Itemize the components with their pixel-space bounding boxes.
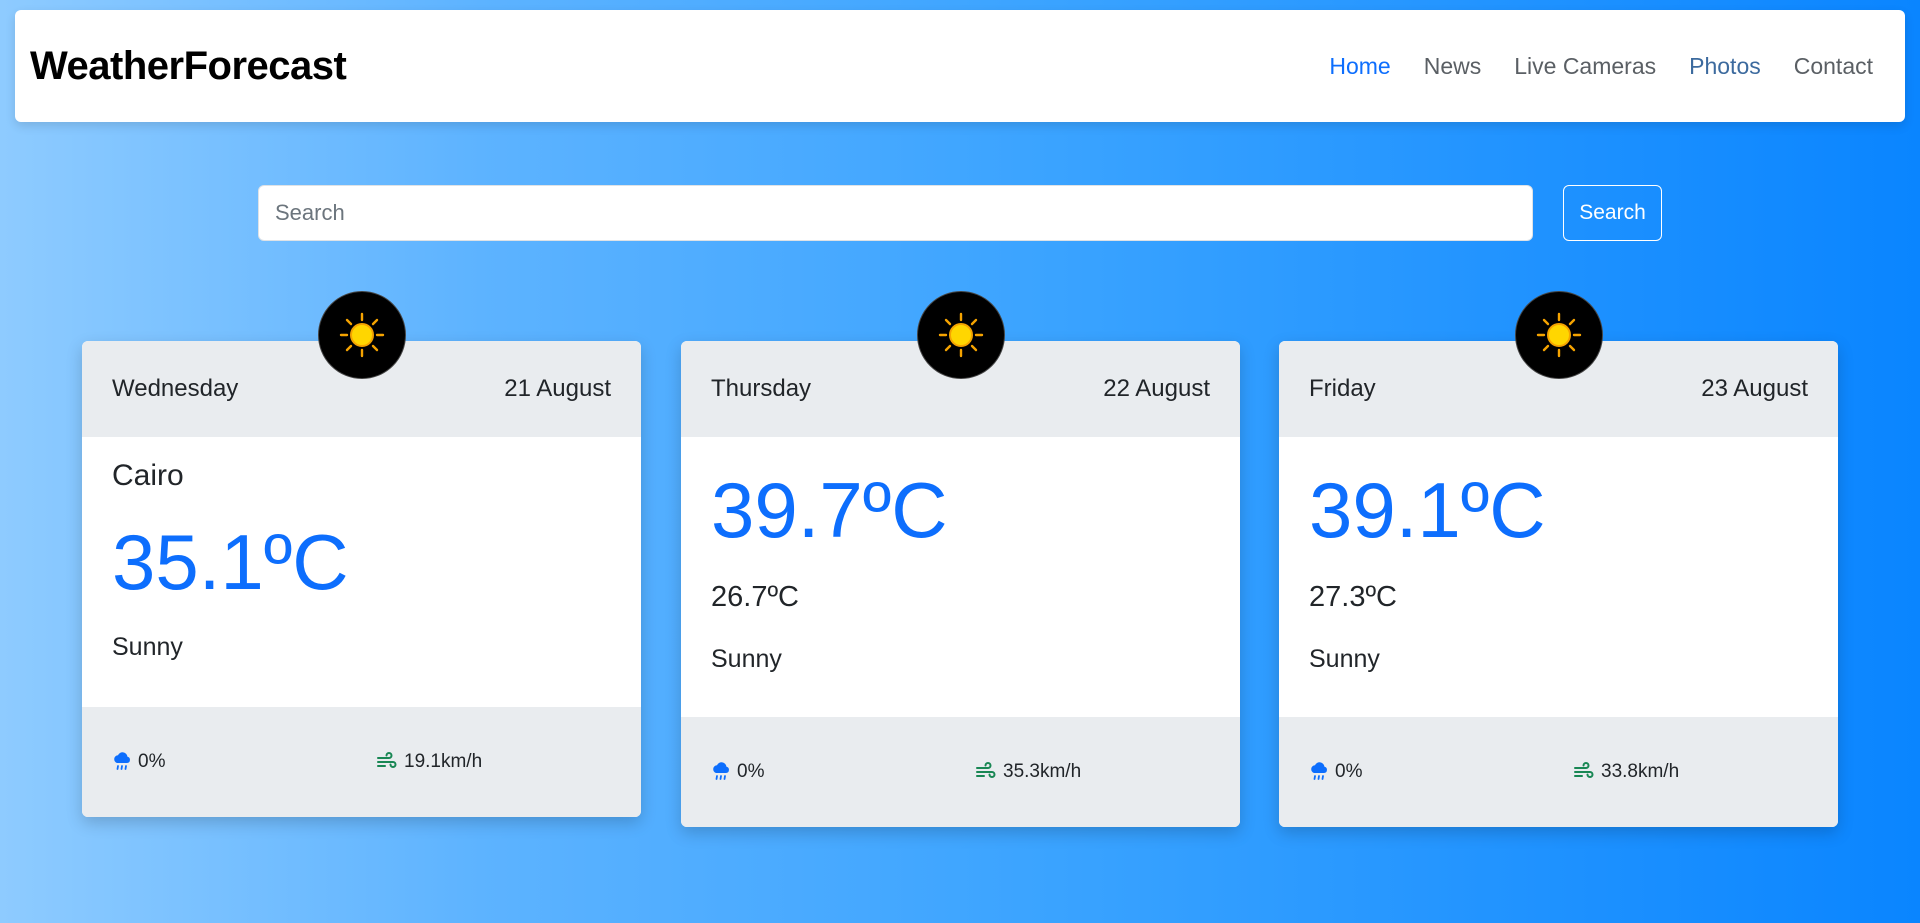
nav-photos-link[interactable]: Photos	[1689, 53, 1761, 80]
wind-speed: 19.1km/h	[376, 751, 482, 773]
sun-icon	[318, 291, 406, 379]
rain-value: 0%	[138, 751, 166, 772]
nav-home-link[interactable]: Home	[1329, 53, 1390, 80]
nav-contact-link[interactable]: Contact	[1794, 53, 1873, 80]
day-label: Thursday	[711, 375, 812, 402]
rain-cloud-icon	[1311, 762, 1327, 780]
day-label: Wednesday	[112, 375, 239, 402]
card-body: Cairo 35.1ºC Sunny	[82, 437, 641, 707]
wind-value: 35.3km/h	[1003, 761, 1082, 782]
navbar: WeatherForecast Home News Live Cameras P…	[15, 10, 1905, 122]
wind-icon	[976, 762, 996, 778]
sun-icon	[1515, 291, 1603, 379]
wind-speed: 35.3km/h	[975, 761, 1081, 783]
nav-live-cameras-link[interactable]: Live Cameras	[1514, 53, 1656, 80]
wind-speed: 33.8km/h	[1573, 761, 1679, 783]
card-footer: 0% 19.1km/h	[82, 707, 641, 817]
card-header: Wednesday 21 August	[82, 291, 641, 437]
max-temperature: 39.7ºC	[711, 466, 948, 554]
nav-news-link[interactable]: News	[1424, 53, 1482, 80]
card-body: 39.7ºC 26.7ºC Sunny	[681, 437, 1240, 717]
search-bar: Search	[258, 185, 1662, 241]
day-label: Friday	[1309, 375, 1376, 402]
weather-condition: Sunny	[112, 633, 183, 661]
card-body: 39.1ºC 27.3ºC Sunny	[1279, 437, 1838, 717]
wind-icon	[1574, 762, 1594, 778]
date-label: 23 August	[1701, 375, 1808, 402]
rain-chance: 0%	[1309, 761, 1573, 783]
date-label: 21 August	[504, 375, 611, 402]
rain-chance: 0%	[711, 761, 975, 783]
city-name: Cairo	[112, 459, 184, 492]
brand-logo[interactable]: WeatherForecast	[30, 44, 347, 89]
max-temperature: 39.1ºC	[1309, 466, 1546, 554]
rain-value: 0%	[1335, 761, 1363, 782]
nav-menu: Home News Live Cameras Photos Contact	[1329, 53, 1873, 80]
wind-icon	[377, 752, 397, 768]
rain-value: 0%	[737, 761, 765, 782]
search-input[interactable]	[258, 185, 1533, 241]
current-temperature: 35.1ºC	[112, 518, 349, 606]
forecast-card-day3: Friday 23 August 39.1ºC 27.3ºC Sunny 0%	[1279, 291, 1838, 827]
card-footer: 0% 33.8km/h	[1279, 717, 1838, 827]
card-header: Friday 23 August	[1279, 291, 1838, 437]
rain-cloud-icon	[713, 762, 729, 780]
weather-condition: Sunny	[1309, 645, 1380, 673]
search-button[interactable]: Search	[1563, 185, 1662, 241]
wind-value: 19.1km/h	[404, 751, 483, 772]
forecast-card-day2: Thursday 22 August 39.7ºC 26.7ºC Sunny 0…	[681, 291, 1240, 827]
rain-cloud-icon	[114, 752, 130, 770]
date-label: 22 August	[1103, 375, 1210, 402]
wind-value: 33.8km/h	[1601, 761, 1680, 782]
forecast-card-today: Wednesday 21 August Cairo 35.1ºC Sunny 0…	[82, 291, 641, 817]
min-temperature: 26.7ºC	[711, 581, 799, 613]
card-header: Thursday 22 August	[681, 291, 1240, 437]
min-temperature: 27.3ºC	[1309, 581, 1397, 613]
rain-chance: 0%	[112, 751, 376, 773]
weather-condition: Sunny	[711, 645, 782, 673]
sun-icon	[917, 291, 1005, 379]
card-footer: 0% 35.3km/h	[681, 717, 1240, 827]
